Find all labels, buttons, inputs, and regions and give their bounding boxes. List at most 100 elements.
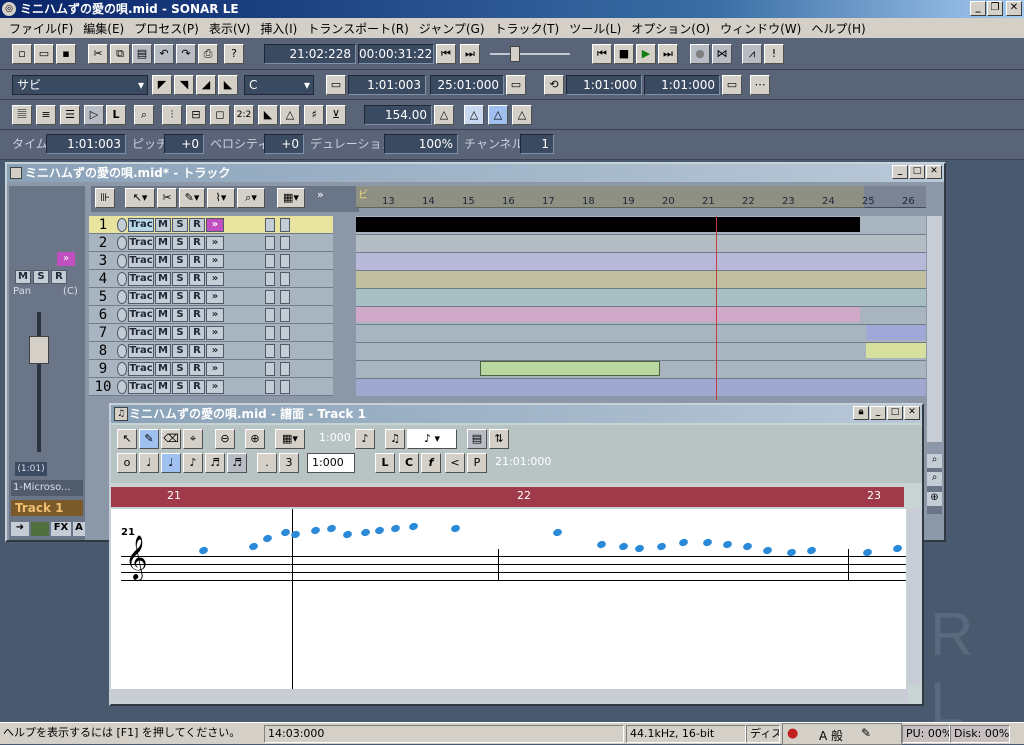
eighth-note-icon[interactable]: ♪	[183, 453, 203, 473]
lyrics-icon[interactable]: L	[106, 105, 126, 125]
track-row[interactable]: 9 Trac M S R »	[89, 360, 333, 378]
track-restore-icon[interactable]	[265, 325, 275, 340]
dot-icon[interactable]: .	[257, 453, 277, 473]
loop-options-icon[interactable]: ⋯	[750, 75, 770, 95]
note[interactable]	[678, 537, 689, 548]
loop-construction-icon[interactable]: ▷	[84, 105, 104, 125]
note-value-combo[interactable]: ♪ ▾	[407, 429, 457, 449]
rewind-icon[interactable]: ⏮	[592, 44, 612, 64]
track-window-icon[interactable]	[10, 167, 22, 179]
marker-list-icon[interactable]: ◣	[218, 75, 238, 95]
mute-button[interactable]: M	[155, 343, 171, 358]
track-archive-icon[interactable]	[117, 343, 127, 358]
more-tools-icon[interactable]: »	[317, 188, 324, 201]
marker-combo[interactable]: サビ	[12, 75, 148, 95]
track-archive-icon[interactable]	[117, 253, 127, 268]
menu-insert[interactable]: 挿入(I)	[255, 20, 302, 37]
mute-button[interactable]: M	[155, 253, 171, 268]
piano-roll-icon[interactable]: 𝄚	[12, 105, 32, 125]
track-archive-icon[interactable]	[117, 379, 127, 394]
clip[interactable]	[866, 325, 926, 340]
track-archive-icon[interactable]	[117, 361, 127, 376]
from-set-icon[interactable]: ▭	[326, 75, 346, 95]
redo-icon[interactable]: ↷	[176, 44, 196, 64]
note[interactable]	[280, 527, 291, 538]
zoom-tool-icon[interactable]: ⌕▾	[237, 188, 265, 208]
track-name[interactable]: Trac	[128, 379, 154, 394]
mute-button[interactable]: M	[155, 379, 171, 394]
track-restore-icon[interactable]	[265, 379, 275, 394]
track-box-icon[interactable]	[280, 235, 290, 250]
track-row[interactable]: 5 Trac M S R »	[89, 288, 333, 306]
track-row[interactable]: 10 Trac M S R »	[89, 378, 333, 396]
layout-icon[interactable]: ▤	[467, 429, 487, 449]
paste-icon[interactable]: ▤	[132, 44, 152, 64]
ime-tool-icon[interactable]: ✎	[861, 726, 871, 740]
restore-button[interactable]: ❐	[987, 1, 1003, 16]
input-echo-icon[interactable]: »	[206, 271, 224, 286]
erase-tool-icon[interactable]: ⌫	[161, 429, 181, 449]
solo-button[interactable]: S	[172, 379, 188, 394]
track-box-icon[interactable]	[280, 271, 290, 286]
track-box-icon[interactable]	[280, 289, 290, 304]
input-echo-icon[interactable]: »	[206, 289, 224, 304]
note[interactable]	[450, 523, 461, 534]
record-arm-button[interactable]: R	[189, 343, 205, 358]
input-echo-icon[interactable]: »	[57, 252, 75, 266]
track-name[interactable]: Trac	[128, 289, 154, 304]
record-arm-button[interactable]: R	[189, 271, 205, 286]
tempo-insert-icon[interactable]: △	[434, 105, 454, 125]
pan-value[interactable]: (C)	[63, 286, 78, 297]
track-restore-icon[interactable]	[265, 217, 275, 232]
beam-icon[interactable]: ♫	[385, 429, 405, 449]
zoom-fit-icon[interactable]: ⊕	[927, 492, 942, 506]
event-list-icon[interactable]: ≡	[36, 105, 56, 125]
undo-icon[interactable]: ↶	[154, 44, 174, 64]
clip[interactable]	[866, 343, 926, 358]
quarter-note-icon[interactable]: ♩	[161, 453, 181, 473]
clip[interactable]	[480, 361, 660, 376]
track-restore-icon[interactable]	[265, 343, 275, 358]
track-row[interactable]: 4 Trac M S R »	[89, 270, 333, 288]
mute-button[interactable]: M	[155, 217, 171, 232]
track-archive-icon[interactable]	[117, 307, 127, 322]
note[interactable]	[374, 525, 385, 536]
mute-button[interactable]: M	[155, 235, 171, 250]
zoom-in-icon[interactable]: ⌕	[927, 454, 942, 468]
duration-field[interactable]: 100%	[384, 134, 458, 154]
track-vscroll[interactable]	[927, 216, 942, 442]
menu-options[interactable]: オプション(O)	[626, 20, 715, 37]
note[interactable]	[326, 523, 337, 534]
record-arm-button[interactable]: R	[189, 379, 205, 394]
staff-window-close[interactable]: ✕	[904, 406, 920, 420]
tempo-ratio-1-icon[interactable]: △	[464, 105, 484, 125]
menu-tools[interactable]: ツール(L)	[564, 20, 626, 37]
from-field[interactable]: 1:01:003	[348, 75, 426, 95]
menu-file[interactable]: ファイル(F)	[4, 20, 78, 37]
track-row[interactable]: 2 Trac M S R »	[89, 234, 333, 252]
solo-button[interactable]: S	[172, 343, 188, 358]
tempo-ratio-3-icon[interactable]: △	[512, 105, 532, 125]
strip-fx-button[interactable]: FX	[51, 522, 71, 536]
velocity-field[interactable]: +0	[264, 134, 304, 154]
mute-button[interactable]: M	[155, 289, 171, 304]
loop-icon[interactable]: ⟲	[544, 75, 564, 95]
cut-icon[interactable]: ✂	[88, 44, 108, 64]
clip[interactable]	[356, 307, 860, 322]
note[interactable]	[702, 537, 713, 548]
menu-help[interactable]: ヘルプ(H)	[806, 20, 870, 37]
mute-button[interactable]: M	[155, 325, 171, 340]
ime-bar[interactable]: ● A 般 ✎	[782, 723, 902, 745]
play-icon[interactable]: ▶	[636, 44, 656, 64]
staff-canvas[interactable]: 21 𝄞	[111, 509, 906, 689]
track-restore-icon[interactable]	[265, 253, 275, 268]
staff-window-icon[interactable]: ♫	[114, 407, 128, 421]
note-display-icon[interactable]: ♪	[355, 429, 375, 449]
clip[interactable]	[356, 217, 860, 232]
input-echo-icon[interactable]: »	[206, 307, 224, 322]
mute-button[interactable]: M	[155, 271, 171, 286]
mute-button[interactable]: M	[155, 307, 171, 322]
track-name[interactable]: Trac	[128, 271, 154, 286]
solo-button[interactable]: S	[172, 253, 188, 268]
record-arm-button[interactable]: R	[189, 253, 205, 268]
